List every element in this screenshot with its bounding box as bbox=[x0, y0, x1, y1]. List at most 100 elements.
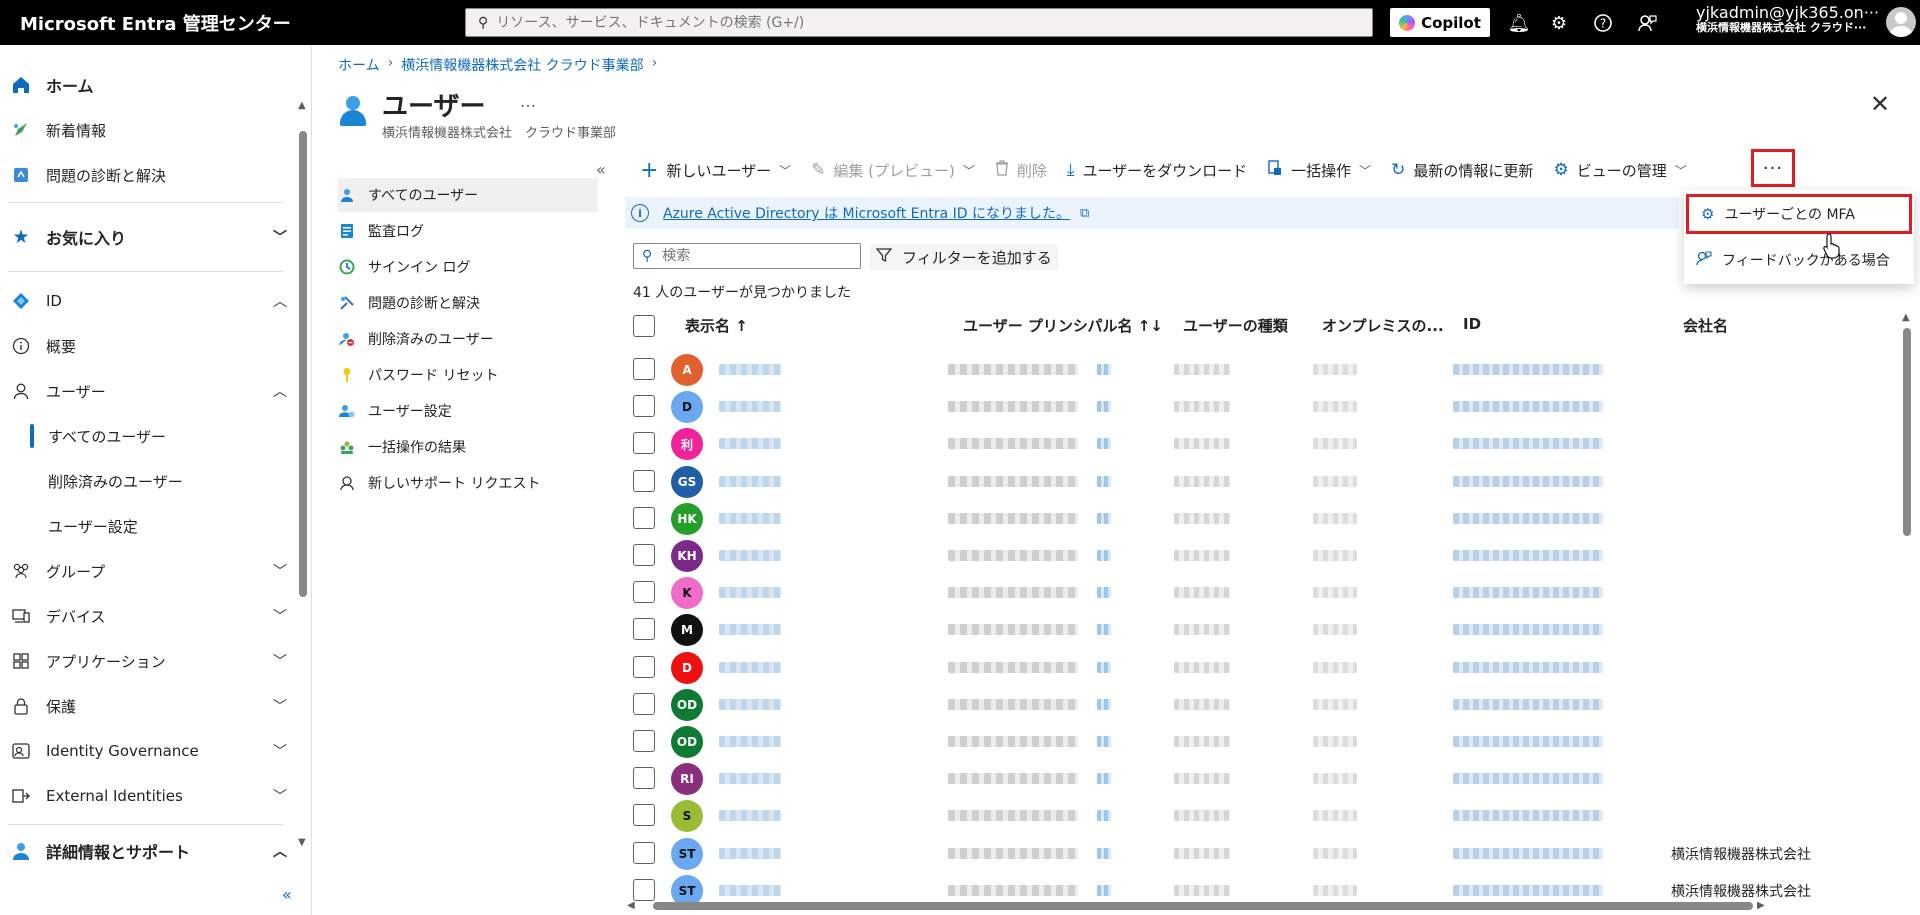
user-search-input[interactable] bbox=[662, 248, 833, 264]
row-checkbox[interactable] bbox=[633, 432, 655, 454]
table-row[interactable]: RI bbox=[625, 760, 1895, 797]
add-filter-button[interactable]: フィルターを追加する bbox=[870, 244, 1058, 270]
breadcrumb-tenant[interactable]: 横浜情報機器株式会社 クラウド事業部 bbox=[401, 55, 643, 75]
row-checkbox[interactable] bbox=[633, 544, 655, 566]
row-checkbox[interactable] bbox=[633, 842, 655, 864]
table-row[interactable]: KH bbox=[625, 537, 1895, 574]
nav-identity-governance[interactable]: Identity Governance ﹀ bbox=[0, 731, 295, 771]
nav-devices[interactable]: デバイス ﹀ bbox=[0, 596, 295, 636]
row-checkbox[interactable] bbox=[633, 730, 655, 752]
subnav-audit-logs[interactable]: 監査ログ bbox=[338, 214, 598, 248]
nav-id[interactable]: ID ︿ bbox=[0, 281, 295, 321]
scroll-right-icon[interactable]: ▶ bbox=[1757, 900, 1765, 911]
row-checkbox[interactable] bbox=[633, 581, 655, 603]
more-commands-button[interactable]: ··· bbox=[1751, 149, 1795, 187]
manage-view-button[interactable]: ⚙ ビューの管理 ﹀ bbox=[1553, 160, 1686, 181]
row-checkbox[interactable] bbox=[633, 879, 655, 901]
row-checkbox[interactable] bbox=[633, 804, 655, 826]
table-horizontal-scrollbar[interactable]: ◀ ▶ bbox=[625, 900, 1900, 912]
redacted-display-name[interactable] bbox=[719, 438, 781, 449]
row-checkbox[interactable] bbox=[633, 470, 655, 492]
table-row[interactable]: GS bbox=[625, 463, 1895, 500]
rename-notice-link[interactable]: Azure Active Directory は Microsoft Entra… bbox=[663, 203, 1070, 223]
global-search[interactable]: ⚲ bbox=[465, 8, 1373, 37]
table-row[interactable]: OD bbox=[625, 686, 1895, 723]
nav-scroll-thumb[interactable] bbox=[299, 131, 307, 597]
close-icon[interactable]: ✕ bbox=[1870, 90, 1890, 118]
collapse-subnav-icon[interactable]: « bbox=[596, 160, 606, 179]
gear-icon[interactable]: ⚙ bbox=[1546, 10, 1572, 36]
table-row[interactable]: K bbox=[625, 574, 1895, 611]
row-checkbox[interactable] bbox=[633, 618, 655, 640]
redacted-display-name[interactable] bbox=[719, 624, 781, 635]
table-row[interactable]: 利 bbox=[625, 425, 1895, 462]
column-header-user-type[interactable]: ユーザーの種類 bbox=[1183, 315, 1288, 336]
nav-users[interactable]: ユーザー ︿ bbox=[0, 371, 295, 411]
per-user-mfa-menu-item[interactable]: ⚙ ユーザーごとの MFA bbox=[1686, 194, 1912, 234]
nav-diagnose[interactable]: 問題の診断と解決 bbox=[0, 155, 295, 195]
row-checkbox[interactable] bbox=[633, 767, 655, 789]
scroll-down-icon[interactable]: ▼ bbox=[298, 837, 306, 848]
scroll-left-icon[interactable]: ◀ bbox=[627, 900, 635, 911]
table-row[interactable]: ST 横浜情報機器株式会社 bbox=[625, 835, 1895, 872]
subnav-signin-logs[interactable]: サインイン ログ bbox=[338, 250, 598, 284]
nav-external-identities[interactable]: External Identities ﹀ bbox=[0, 776, 295, 816]
redacted-display-name[interactable] bbox=[719, 587, 781, 598]
table-scroll-thumb[interactable] bbox=[1903, 328, 1911, 536]
bell-icon[interactable]: 🔔︎ bbox=[1506, 10, 1532, 36]
avatar[interactable] bbox=[1886, 7, 1916, 37]
table-row[interactable]: M bbox=[625, 611, 1895, 648]
subnav-password-reset[interactable]: パスワード リセット bbox=[338, 358, 598, 392]
external-link-icon[interactable]: ⧉ bbox=[1080, 206, 1089, 221]
table-row[interactable]: D bbox=[625, 649, 1895, 686]
nav-favorites[interactable]: ★ お気に入り ﹀ bbox=[0, 217, 295, 257]
breadcrumb-home[interactable]: ホーム bbox=[338, 55, 380, 75]
select-all-checkbox[interactable] bbox=[633, 315, 655, 337]
nav-whats-new[interactable]: 新着情報 bbox=[0, 110, 295, 150]
table-row[interactable]: OD bbox=[625, 723, 1895, 760]
scroll-up-icon[interactable]: ▲ bbox=[298, 100, 306, 111]
subnav-bulk-results[interactable]: 一括操作の結果 bbox=[338, 430, 598, 464]
column-header-on-premises[interactable]: オンプレミスの... bbox=[1322, 315, 1444, 336]
nav-all-users[interactable]: すべてのユーザー bbox=[0, 416, 295, 456]
table-vertical-scrollbar[interactable]: ▲ bbox=[1900, 310, 1914, 890]
column-header-display-name[interactable]: 表示名 ↑ bbox=[685, 315, 748, 336]
collapse-nav-icon[interactable]: « bbox=[282, 885, 292, 904]
table-row[interactable]: HK bbox=[625, 500, 1895, 537]
redacted-display-name[interactable] bbox=[719, 736, 781, 747]
user-search-box[interactable]: ⚲ bbox=[633, 243, 861, 269]
nav-deleted-users[interactable]: 削除済みのユーザー bbox=[0, 461, 295, 501]
redacted-display-name[interactable] bbox=[719, 364, 781, 375]
account-info[interactable]: yjkadmin@yjk365.on··· 横浜情報機器株式会社 クラウド··· bbox=[1696, 4, 1881, 34]
table-row[interactable]: S bbox=[625, 797, 1895, 834]
bulk-operations-button[interactable]: 一括操作 ﹀ bbox=[1267, 159, 1371, 181]
row-checkbox[interactable] bbox=[633, 395, 655, 417]
refresh-button[interactable]: ↻ 最新の情報に更新 bbox=[1391, 160, 1533, 181]
table-row[interactable]: D bbox=[625, 388, 1895, 425]
download-users-button[interactable]: ⤓ ユーザーをダウンロード bbox=[1067, 160, 1247, 181]
page-more-button[interactable]: … bbox=[520, 92, 536, 111]
redacted-display-name[interactable] bbox=[719, 550, 781, 561]
nav-user-settings[interactable]: ユーザー設定 bbox=[0, 506, 295, 546]
copilot-button[interactable]: Copilot bbox=[1390, 8, 1490, 37]
redacted-display-name[interactable] bbox=[719, 699, 781, 710]
nav-overview[interactable]: 概要 bbox=[0, 326, 295, 366]
redacted-display-name[interactable] bbox=[719, 773, 781, 784]
edit-preview-button[interactable]: ✎ 編集 (プレビュー) ﹀ bbox=[811, 160, 975, 181]
column-header-upn[interactable]: ユーザー プリンシパル名 ↑↓ bbox=[963, 315, 1163, 336]
nav-home[interactable]: ホーム bbox=[0, 65, 295, 105]
redacted-display-name[interactable] bbox=[719, 885, 781, 896]
feedback-menu-item[interactable]: フィードバックがある場合 bbox=[1684, 240, 1914, 280]
redacted-display-name[interactable] bbox=[719, 662, 781, 673]
row-checkbox[interactable] bbox=[633, 358, 655, 380]
column-header-id[interactable]: ID bbox=[1463, 315, 1481, 333]
table-row[interactable]: A bbox=[625, 351, 1895, 388]
nav-learn-support[interactable]: 詳細情報とサポート ︿ bbox=[0, 831, 295, 871]
redacted-display-name[interactable] bbox=[719, 476, 781, 487]
new-user-button[interactable]: + 新しいユーザー ﹀ bbox=[640, 158, 791, 183]
table-hscroll-thumb[interactable] bbox=[653, 902, 1753, 910]
nav-scrollbar[interactable]: ▲ ▼ bbox=[297, 95, 309, 848]
row-checkbox[interactable] bbox=[633, 507, 655, 529]
column-header-company[interactable]: 会社名 bbox=[1683, 315, 1728, 336]
global-search-input[interactable] bbox=[496, 14, 1372, 31]
